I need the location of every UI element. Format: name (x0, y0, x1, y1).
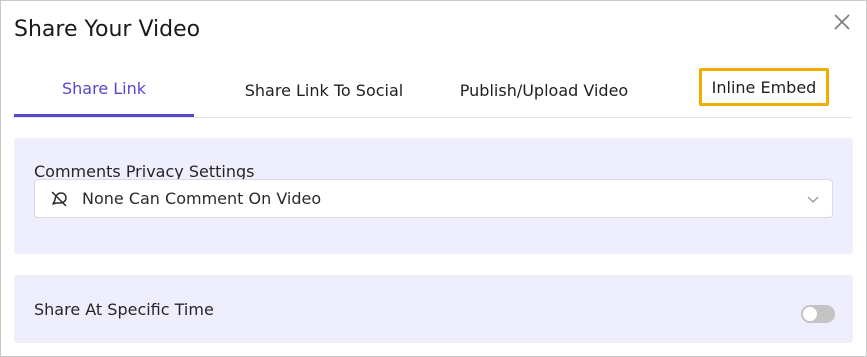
comments-privacy-select[interactable]: None Can Comment On Video (34, 179, 833, 218)
share-video-dialog: Share Your Video Share Link Share Link T… (0, 0, 867, 357)
comments-privacy-panel: Comments Privacy Settings None Can Comme… (14, 138, 853, 254)
chevron-down-icon (807, 196, 819, 203)
close-icon (834, 14, 850, 30)
no-comment-icon (51, 191, 67, 207)
tab-share-link-to-social[interactable]: Share Link To Social (232, 63, 416, 117)
tab-inline-embed[interactable]: Inline Embed (699, 68, 829, 106)
dialog-title: Share Your Video (14, 17, 201, 42)
share-at-time-label: Share At Specific Time (34, 300, 214, 319)
share-tabs: Share Link Share Link To Social Publish/… (14, 63, 852, 118)
tab-share-link[interactable]: Share Link (14, 63, 194, 117)
share-at-time-toggle[interactable] (801, 305, 835, 323)
tab-publish-upload-video[interactable]: Publish/Upload Video (446, 63, 642, 117)
comments-privacy-value: None Can Comment On Video (82, 189, 322, 208)
toggle-knob (803, 307, 817, 321)
share-at-time-panel: Share At Specific Time (14, 275, 853, 343)
close-button[interactable] (832, 12, 852, 32)
